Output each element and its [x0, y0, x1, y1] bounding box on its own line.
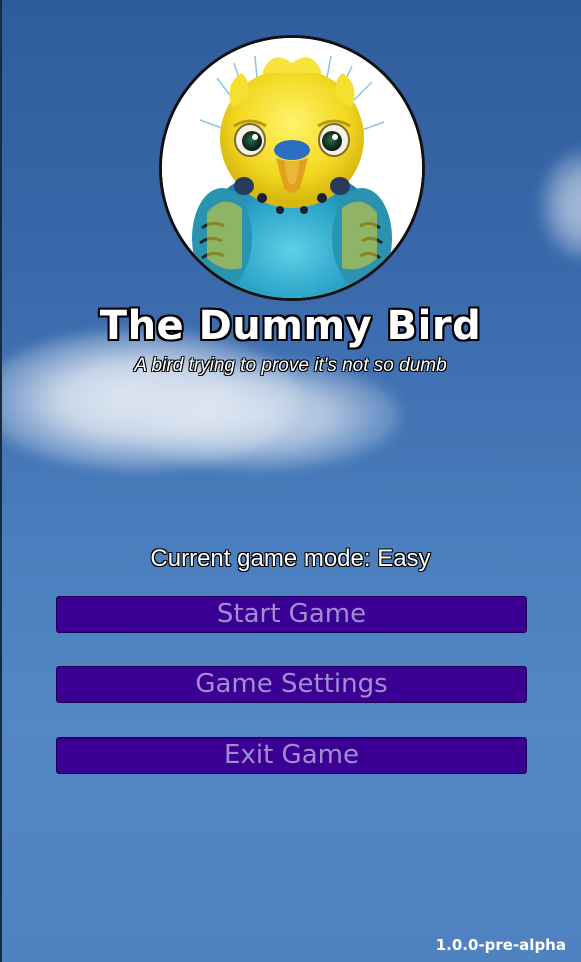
game-mode-value: Easy: [377, 545, 431, 572]
game-mode-label: Current game mode:: [150, 545, 371, 572]
version-label: 1.0.0-pre-alpha: [435, 936, 566, 954]
start-game-button[interactable]: Start Game: [56, 596, 527, 633]
game-subtitle: A bird trying to prove it's not so dumb: [134, 355, 447, 376]
background-cloud: [540, 150, 581, 260]
game-mode-indicator: Current game mode: Easy: [0, 545, 581, 573]
game-title: The Dummy Bird: [99, 303, 482, 349]
exit-game-button[interactable]: Exit Game: [56, 737, 527, 774]
main-menu-screen: The Dummy Bird A bird trying to prove it…: [0, 0, 581, 962]
bird-avatar-icon: [159, 35, 425, 301]
game-settings-button[interactable]: Game Settings: [56, 666, 527, 703]
